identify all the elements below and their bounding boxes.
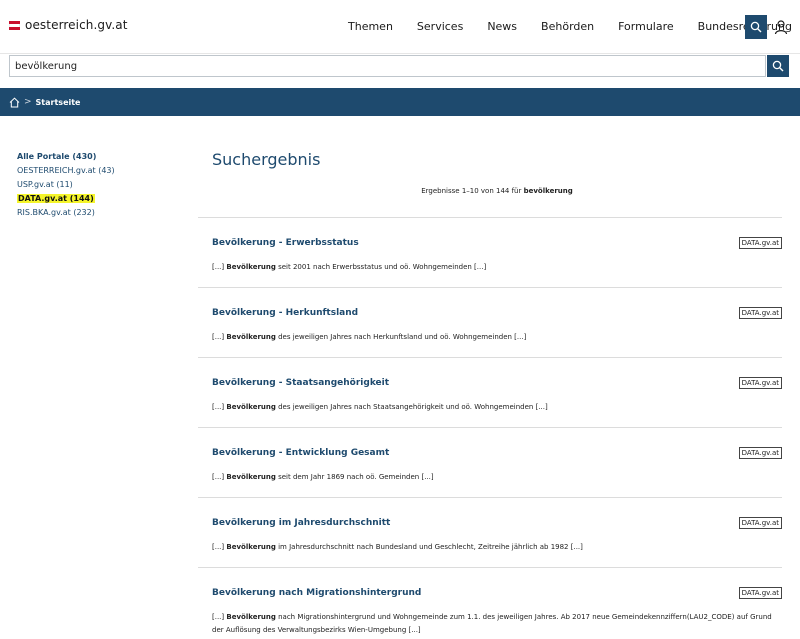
austria-flag-icon	[9, 20, 20, 30]
snippet-term: Bevölkerung	[226, 473, 276, 481]
filter-usp[interactable]: USP.gv.at (11)	[17, 178, 115, 192]
breadcrumb: > Startseite	[0, 88, 800, 116]
filter-data-label: DATA.gv.at (144)	[17, 194, 95, 203]
result-summary: Ergebnisse 1–10 von 144 für bevölkerung	[212, 187, 782, 195]
result-snippet: [...] Bevölkerung des jeweiligen Jahres …	[212, 331, 778, 344]
result-snippet: [...] Bevölkerung im Jahresdurchschnitt …	[212, 541, 778, 554]
result-item: Bevölkerung im Jahresdurchschnitt DATA.g…	[198, 497, 782, 567]
snippet-term: Bevölkerung	[226, 543, 276, 551]
snippet-pre: [...]	[212, 263, 227, 271]
breadcrumb-startseite[interactable]: Startseite	[36, 98, 81, 107]
result-portal-badge: DATA.gv.at	[738, 307, 782, 319]
nav-services[interactable]: Services	[417, 20, 463, 33]
snippet-post: nach Migrationshintergrund und Wohngemei…	[212, 613, 772, 634]
result-portal-badge: DATA.gv.at	[738, 447, 782, 459]
result-title-link[interactable]: Bevölkerung - Herkunftsland	[212, 308, 358, 318]
nav-formulare[interactable]: Formulare	[618, 20, 674, 33]
snippet-term: Bevölkerung	[226, 263, 276, 271]
result-item: Bevölkerung - Staatsangehörigkeit DATA.g…	[198, 357, 782, 427]
result-snippet: [...] Bevölkerung nach Migrationshinterg…	[212, 611, 778, 637]
result-title-link[interactable]: Bevölkerung - Erwerbsstatus	[212, 238, 359, 248]
filter-oesterreich[interactable]: OESTERREICH.gv.at (43)	[17, 164, 115, 178]
result-title-link[interactable]: Bevölkerung - Staatsangehörigkeit	[212, 378, 389, 388]
snippet-pre: [...]	[212, 543, 227, 551]
search-icon	[750, 21, 762, 33]
result-item: Bevölkerung - Erwerbsstatus DATA.gv.at […	[198, 217, 782, 287]
site-logo[interactable]: oesterreich.gv.at	[9, 18, 128, 32]
snippet-term: Bevölkerung	[226, 333, 276, 341]
snippet-term: Bevölkerung	[226, 613, 276, 621]
result-item: Bevölkerung nach Migrationshintergrund D…	[198, 567, 782, 637]
search-input[interactable]	[9, 55, 766, 77]
main-content: Suchergebnis Ergebnisse 1–10 von 144 für…	[212, 150, 782, 195]
nav-themen[interactable]: Themen	[348, 20, 393, 33]
snippet-post: im Jahresdurchschnitt nach Bundesland un…	[275, 543, 583, 551]
user-icon	[774, 20, 788, 35]
result-snippet: [...] Bevölkerung seit dem Jahr 1869 nac…	[212, 471, 778, 484]
search-submit-button[interactable]	[767, 55, 789, 77]
result-item: Bevölkerung - Herkunftsland DATA.gv.at […	[198, 287, 782, 357]
snippet-pre: [...]	[212, 613, 227, 621]
site-header: oesterreich.gv.at Themen Services News B…	[0, 0, 800, 54]
nav-news[interactable]: News	[487, 20, 517, 33]
summary-prefix: Ergebnisse 1–10 von 144 für	[421, 187, 524, 195]
page-title: Suchergebnis	[212, 150, 321, 169]
result-title-link[interactable]: Bevölkerung - Entwicklung Gesamt	[212, 448, 389, 458]
result-portal-badge: DATA.gv.at	[738, 237, 782, 249]
nav-behoerden[interactable]: Behörden	[541, 20, 594, 33]
main-nav: Themen Services News Behörden Formulare …	[348, 20, 800, 33]
result-item: Bevölkerung - Entwicklung Gesamt DATA.gv…	[198, 427, 782, 497]
snippet-pre: [...]	[212, 403, 227, 411]
result-portal-badge: DATA.gv.at	[738, 517, 782, 529]
snippet-pre: [...]	[212, 473, 227, 481]
header-search-button[interactable]	[745, 15, 767, 39]
breadcrumb-separator-icon: >	[24, 97, 32, 107]
search-icon	[772, 60, 784, 72]
filter-data[interactable]: DATA.gv.at (144)	[17, 192, 115, 206]
result-portal-badge: DATA.gv.at	[738, 377, 782, 389]
home-icon[interactable]	[9, 97, 20, 108]
snippet-post: seit 2001 nach Erwerbsstatus und oö. Woh…	[275, 263, 487, 271]
result-snippet: [...] Bevölkerung seit 2001 nach Erwerbs…	[212, 261, 778, 274]
summary-term: bevölkerung	[523, 187, 573, 195]
snippet-post: des jeweiligen Jahres nach Staatsangehör…	[275, 403, 548, 411]
result-portal-badge: DATA.gv.at	[738, 587, 782, 599]
result-title-link[interactable]: Bevölkerung nach Migrationshintergrund	[212, 588, 421, 598]
snippet-post: des jeweiligen Jahres nach Herkunftsland…	[275, 333, 527, 341]
logo-text: oesterreich.gv.at	[25, 18, 128, 32]
filter-ris-bka[interactable]: RIS.BKA.gv.at (232)	[17, 206, 115, 220]
snippet-post: seit dem Jahr 1869 nach oö. Gemeinden [.…	[275, 473, 434, 481]
snippet-term: Bevölkerung	[226, 403, 276, 411]
portal-filter-list: Alle Portale (430) OESTERREICH.gv.at (43…	[17, 150, 115, 220]
result-title-link[interactable]: Bevölkerung im Jahresdurchschnitt	[212, 518, 390, 528]
filter-alle-portale[interactable]: Alle Portale (430)	[17, 150, 115, 164]
result-snippet: [...] Bevölkerung des jeweiligen Jahres …	[212, 401, 778, 414]
user-account-button[interactable]	[773, 19, 789, 35]
snippet-pre: [...]	[212, 333, 227, 341]
